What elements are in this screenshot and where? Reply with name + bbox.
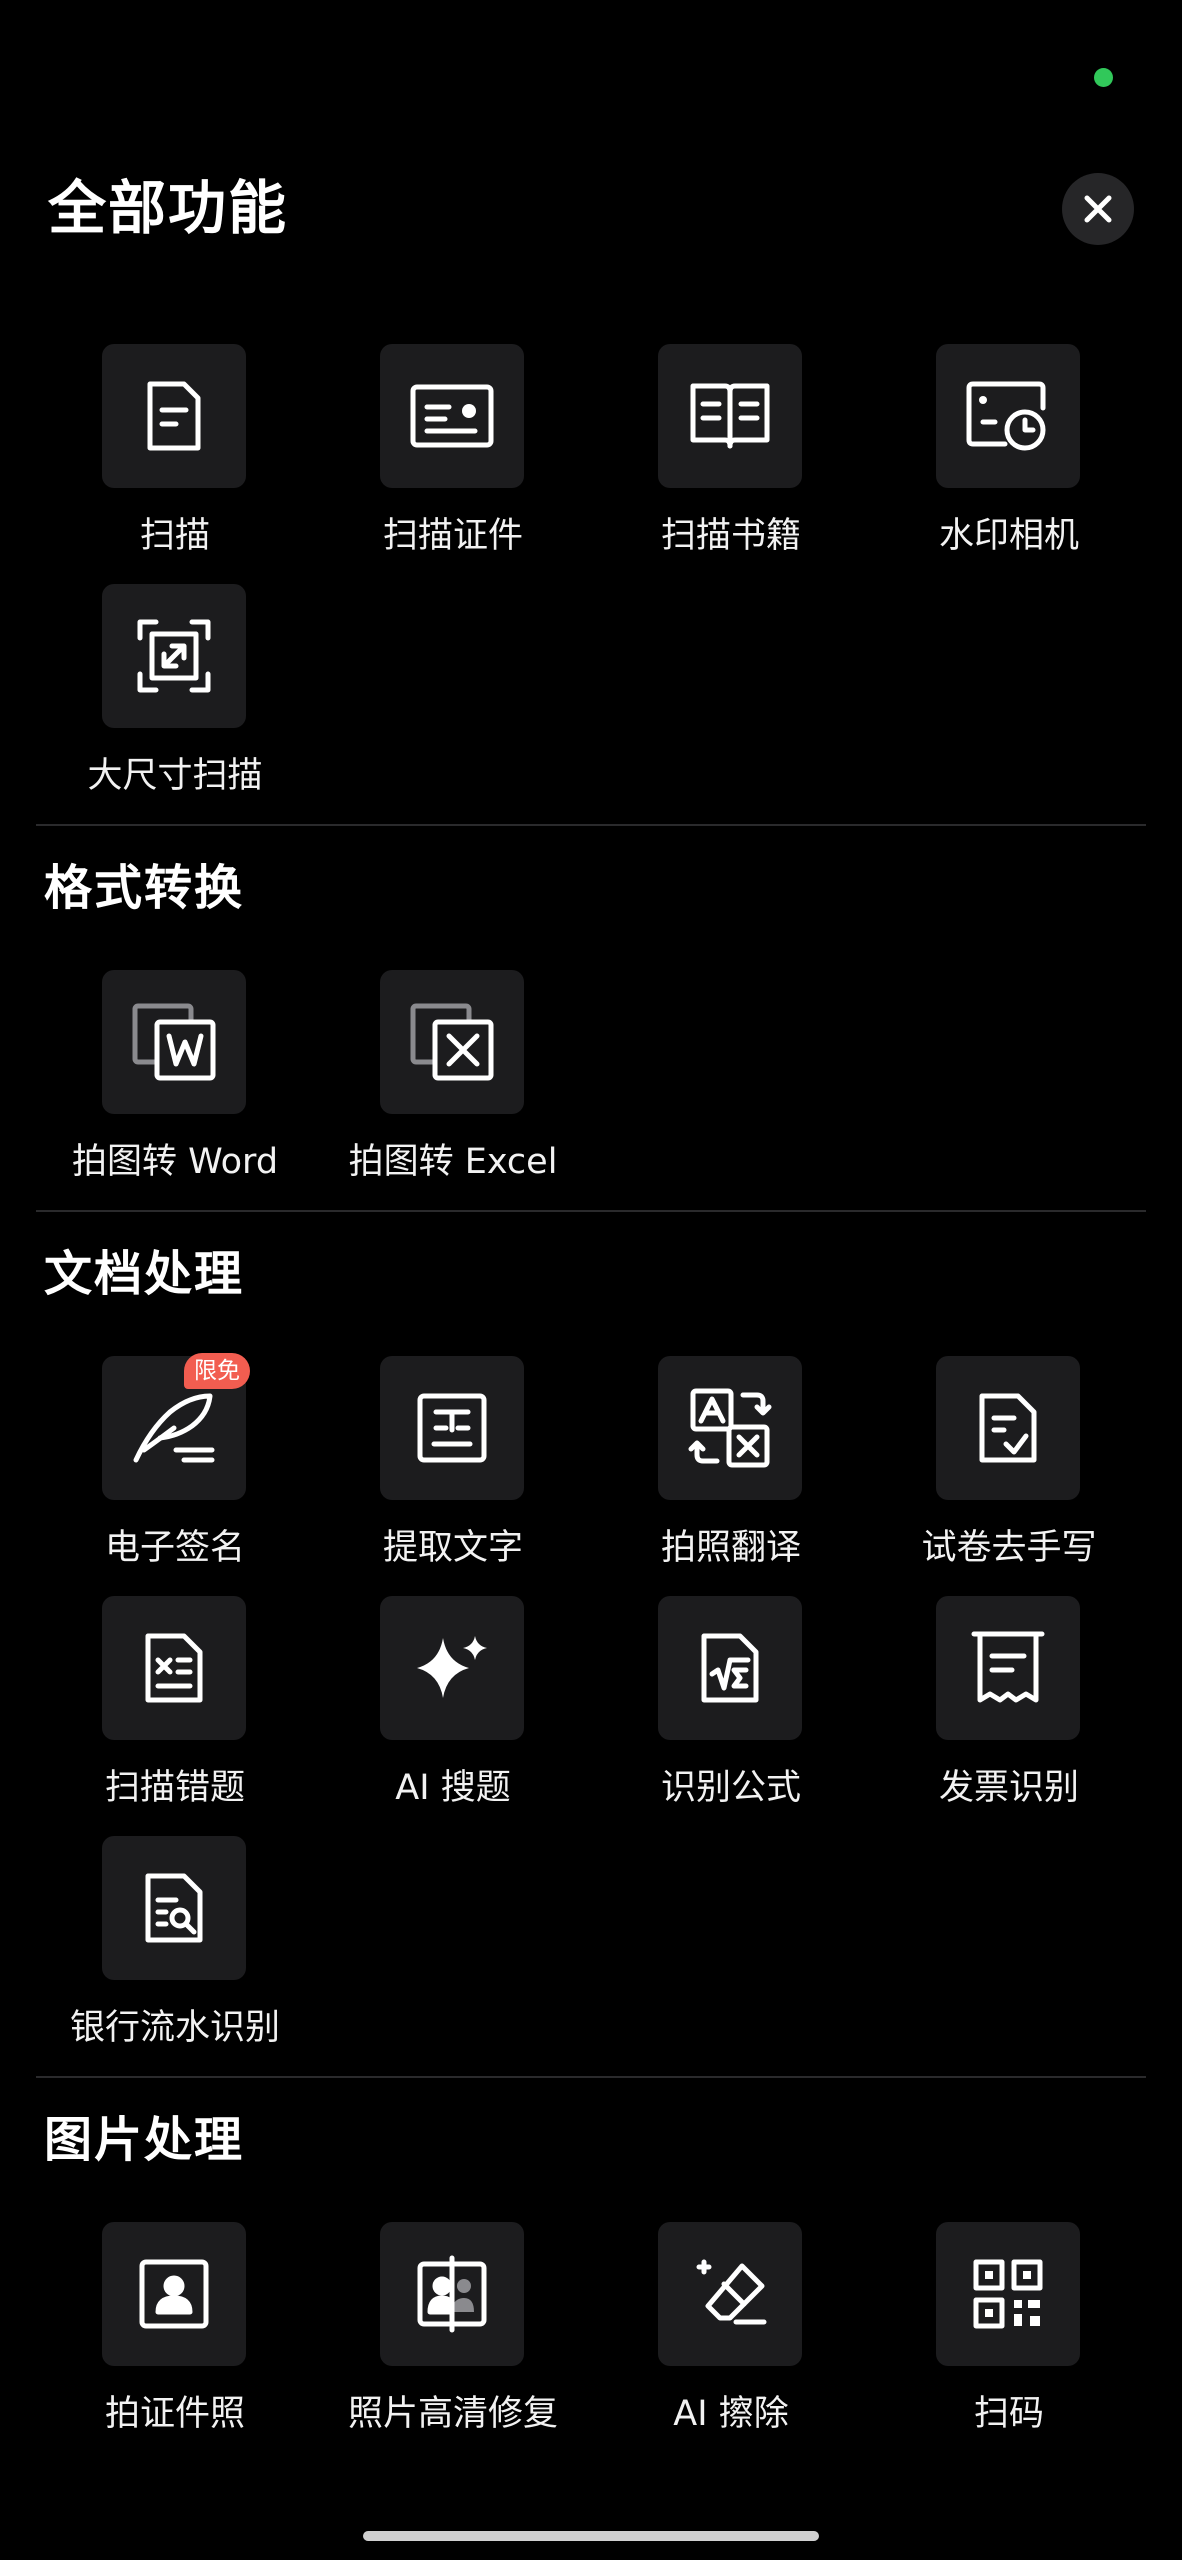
- tool-tile: [936, 1356, 1080, 1500]
- formula-icon: [692, 1630, 768, 1706]
- tool-scan-id[interactable]: 扫描证件: [318, 344, 588, 576]
- tool-scan-book[interactable]: 扫描书籍: [596, 344, 866, 576]
- paper-check-icon: [970, 1390, 1046, 1466]
- page-title: 全部功能: [48, 174, 289, 242]
- tool-label: 扫码: [973, 2394, 1044, 2434]
- tool-extract-text[interactable]: 提取文字: [318, 1356, 588, 1588]
- tool-tile: [102, 1836, 246, 1980]
- tool-photo-restore[interactable]: 照片高清修复: [318, 2222, 588, 2454]
- tool-tile: [658, 1356, 802, 1500]
- tool-tile: [936, 1596, 1080, 1740]
- tool-ai-search-question[interactable]: AI 搜题: [318, 1596, 588, 1828]
- tool-watermark-camera[interactable]: 水印相机: [874, 344, 1144, 576]
- tool-label: 照片高清修复: [347, 2394, 558, 2434]
- sparkle-icon: [409, 1630, 495, 1706]
- section-title-format: 格式转换: [44, 860, 245, 916]
- tool-tile: [936, 2222, 1080, 2366]
- word-icon: [131, 1002, 217, 1082]
- tool-photo-translate[interactable]: 拍照翻译: [596, 1356, 866, 1588]
- tool-bank-statement[interactable]: 银行流水识别: [40, 1836, 310, 2068]
- tool-large-scan[interactable]: 大尺寸扫描: [40, 584, 310, 816]
- wrong-question-icon: [136, 1630, 212, 1706]
- tool-photo-to-word[interactable]: 拍图转 Word: [40, 970, 310, 1202]
- section-divider: [36, 1210, 1146, 1212]
- tool-tile: [102, 344, 246, 488]
- tool-scan-wrong-questions[interactable]: 扫描错题: [40, 1596, 310, 1828]
- tool-label: 扫描: [139, 516, 210, 556]
- section-title-doc: 文档处理: [44, 1246, 245, 1302]
- tool-id-photo[interactable]: 拍证件照: [40, 2222, 310, 2454]
- section-divider: [36, 824, 1146, 826]
- tool-tile: [102, 1596, 246, 1740]
- expand-scan-icon: [136, 618, 212, 694]
- tool-label: 大尺寸扫描: [87, 756, 263, 796]
- tool-label: 拍证件照: [104, 2394, 245, 2434]
- tool-label: 拍照翻译: [660, 1528, 801, 1568]
- tool-label: 提取文字: [382, 1528, 523, 1568]
- eraser-icon: [690, 2256, 770, 2332]
- tool-tile: [380, 344, 524, 488]
- document-icon: [136, 378, 212, 454]
- tool-tile: [380, 1596, 524, 1740]
- tool-tile: [102, 970, 246, 1114]
- tool-tile: [936, 344, 1080, 488]
- tool-invoice-recognition[interactable]: 发票识别: [874, 1596, 1144, 1828]
- tool-label: 试卷去手写: [921, 1528, 1097, 1568]
- id-card-icon: [409, 381, 495, 451]
- tool-label: 银行流水识别: [69, 2008, 280, 2048]
- extract-text-icon: [414, 1390, 490, 1466]
- invoice-icon: [970, 1628, 1046, 1708]
- close-button[interactable]: [1062, 173, 1134, 245]
- tool-label: AI 搜题: [395, 1768, 511, 1808]
- tool-tile: [658, 344, 802, 488]
- status-indicator-dot: [1094, 68, 1113, 87]
- section-title-image: 图片处理: [44, 2112, 245, 2168]
- tool-e-signature[interactable]: 限免 电子签名: [40, 1353, 310, 1588]
- signature-icon: [130, 1390, 218, 1466]
- tool-tile: [102, 584, 246, 728]
- tool-tile: [658, 2222, 802, 2366]
- tool-label: AI 擦除: [673, 2394, 789, 2434]
- section-divider: [36, 2076, 1146, 2078]
- tool-recognize-formula[interactable]: 识别公式: [596, 1596, 866, 1828]
- id-photo-icon: [136, 2256, 212, 2332]
- watermark-camera-icon: [965, 378, 1051, 454]
- tool-label: 电子签名: [104, 1528, 245, 1568]
- tool-tile: [658, 1596, 802, 1740]
- excel-icon: [409, 1002, 495, 1082]
- tool-label: 发票识别: [938, 1768, 1079, 1808]
- tool-ai-erase[interactable]: AI 擦除: [596, 2222, 866, 2454]
- tool-photo-to-excel[interactable]: 拍图转 Excel: [318, 970, 588, 1202]
- tool-remove-handwriting[interactable]: 试卷去手写: [874, 1356, 1144, 1588]
- tool-label: 拍图转 Word: [71, 1142, 279, 1182]
- tool-label: 扫描证件: [382, 516, 523, 556]
- book-icon: [689, 380, 771, 452]
- tool-label: 拍图转 Excel: [348, 1142, 558, 1182]
- tool-tile: [102, 2222, 246, 2366]
- tool-label: 扫描错题: [104, 1768, 245, 1808]
- bank-statement-icon: [136, 1870, 212, 1946]
- tool-label: 扫描书籍: [660, 516, 801, 556]
- home-indicator[interactable]: [363, 2531, 819, 2541]
- tool-tile: [380, 1356, 524, 1500]
- free-badge: 限免: [184, 1353, 250, 1389]
- tool-tile: [380, 970, 524, 1114]
- tool-label: 水印相机: [938, 516, 1079, 556]
- qr-code-icon: [970, 2256, 1046, 2332]
- tool-label: 识别公式: [660, 1768, 801, 1808]
- close-icon: [1081, 192, 1115, 226]
- tool-tile: [380, 2222, 524, 2366]
- tool-scan[interactable]: 扫描: [40, 344, 310, 576]
- translate-icon: [687, 1385, 773, 1471]
- tool-scan-qr[interactable]: 扫码: [874, 2222, 1144, 2454]
- photo-restore-icon: [412, 2254, 492, 2334]
